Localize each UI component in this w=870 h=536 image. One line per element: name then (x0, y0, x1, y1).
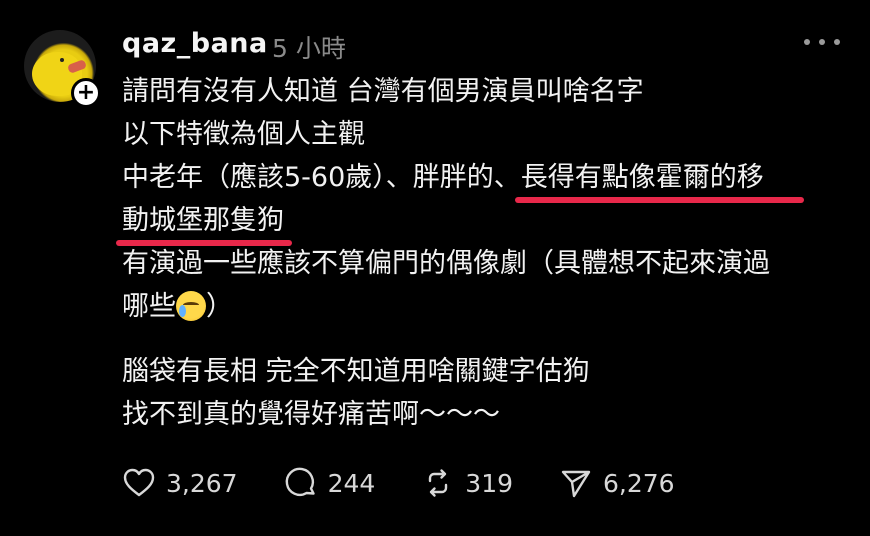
duck-eye (60, 58, 64, 62)
post-text-line: 以下特徵為個人主觀 (122, 119, 365, 150)
post-text-line: 動城堡那隻狗 (116, 199, 852, 246)
like-button[interactable]: 3,267 (122, 466, 238, 500)
dot-icon (804, 39, 810, 45)
share-count: 6,276 (603, 468, 675, 498)
post-text-line: 請問有沒有人知道 台灣有個男演員叫啥名字 (122, 76, 644, 107)
dot-icon (834, 39, 840, 45)
dot-icon (819, 39, 825, 45)
post-text-line: 哪些 ） (122, 285, 852, 328)
heart-icon (123, 468, 155, 497)
post-text-line: 找不到真的覺得好痛苦啊～～～ (122, 399, 500, 430)
thread-post: + qaz_bana 5 小時 請問有沒有人知道 台灣有個男演員叫啥名字 以下特… (0, 0, 870, 536)
highlighted-text: 長得有點像霍爾的移 (514, 156, 804, 203)
highlighted-text: 動城堡那隻狗 (116, 199, 292, 246)
comment-count: 244 (327, 468, 376, 498)
comment-button[interactable]: 244 (284, 466, 376, 500)
share-button[interactable]: 6,276 (559, 466, 675, 500)
post-text-segment: ） (206, 291, 233, 322)
timestamp: 5 小時 (272, 34, 346, 63)
action-bar: 3,267 244 319 6,276 (122, 466, 721, 500)
post-text-line: 中老年（應該5-60歲）、胖胖的、長得有點像霍爾的移 (122, 156, 852, 203)
post-body: 請問有沒有人知道 台灣有個男演員叫啥名字 以下特徵為個人主觀 中老年（應該5-6… (116, 70, 852, 436)
follow-plus-button[interactable]: + (71, 78, 101, 108)
send-icon (561, 470, 591, 498)
post-text-segment: 哪些 (122, 291, 176, 322)
post-text-segment: 中老年（應該5-60歲）、胖胖的、 (122, 162, 521, 193)
repost-icon (429, 469, 448, 497)
crying-face-emoji-icon (176, 291, 206, 321)
post-text-line: 有演過一些應該不算偏門的偶像劇（具體想不起來演過 (122, 248, 770, 279)
more-options-button[interactable] (804, 30, 840, 54)
repost-button[interactable]: 319 (421, 466, 513, 500)
like-count: 3,267 (166, 468, 238, 498)
post-text-line: 腦袋有長相 完全不知道用啥關鍵字估狗 (122, 356, 590, 387)
comment-icon (285, 467, 315, 496)
repost-count: 319 (465, 468, 514, 498)
username[interactable]: qaz_bana (122, 28, 268, 59)
